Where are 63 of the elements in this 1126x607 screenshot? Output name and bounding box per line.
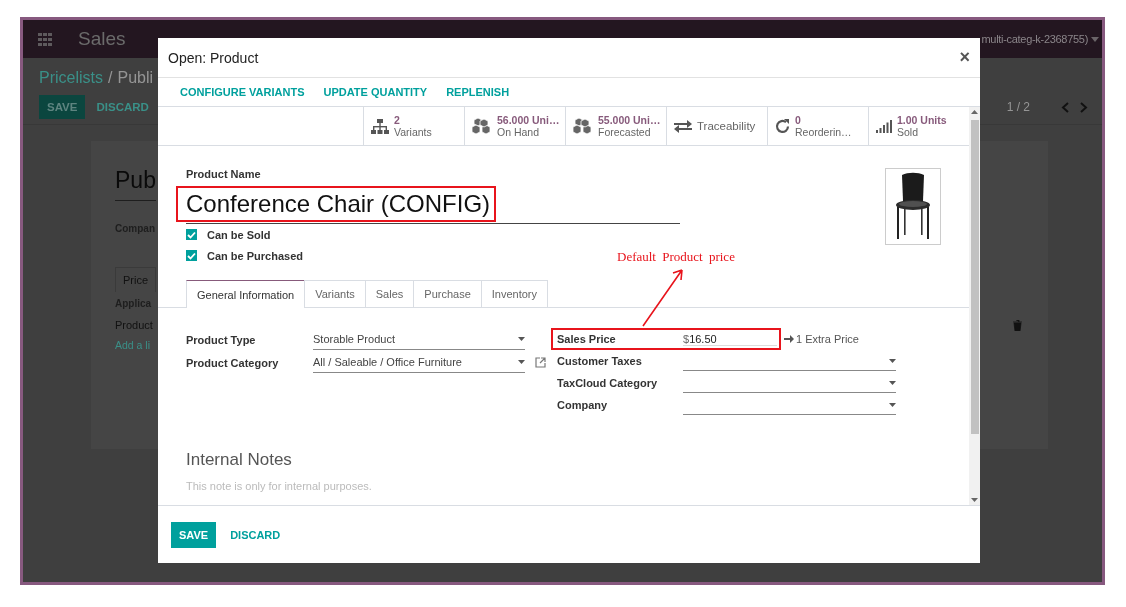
scroll-up-icon[interactable] <box>971 110 978 114</box>
price-field[interactable]: $16.50 <box>683 332 777 346</box>
user-menu[interactable]: multi-categ-k-2368755) <box>981 33 1088 45</box>
breadcrumb-separator: / <box>108 69 113 87</box>
arrow-right-icon <box>784 334 794 344</box>
cubes-icon <box>472 118 492 134</box>
caret-icon <box>889 358 896 363</box>
stat-button[interactable]: 56.000 Uni… On Hand <box>464 107 565 145</box>
save-button[interactable]: SAVE <box>171 521 217 548</box>
action-button[interactable]: CONFIGURE VARIANTS <box>180 86 305 98</box>
apps-menu-icon[interactable] <box>38 32 52 46</box>
scroll-down-icon[interactable] <box>971 498 978 502</box>
discard-button[interactable]: DISCARD <box>230 528 281 541</box>
select-value: All / Saleable / Office Furniture <box>313 356 462 368</box>
field-label: Product Category <box>186 356 280 369</box>
product-name-field[interactable]: Conference Chair (CONFIG) <box>186 184 680 224</box>
stat-button[interactable]: 55.000 Uni… Forecasted <box>565 107 666 145</box>
stat-button[interactable]: 0 Reorderin… <box>767 107 868 145</box>
action-button[interactable]: UPDATE QUANTITY <box>323 86 428 98</box>
pager-counter: 1 / 2 <box>1006 100 1030 114</box>
checkbox-label: Can be Sold <box>207 228 271 241</box>
checkbox[interactable] <box>186 250 197 261</box>
select-value: Storable Product <box>313 333 395 345</box>
field-label: Customer Taxes <box>557 355 643 367</box>
extra-price-link[interactable]: 1 Extra Price <box>796 333 859 345</box>
next-icon[interactable] <box>1080 101 1088 113</box>
field-label: Product Name <box>186 168 262 180</box>
tab[interactable]: Inventory <box>480 280 549 307</box>
breadcrumb-current: Publi <box>117 69 154 87</box>
hierarchy-icon <box>371 118 389 134</box>
field-label: Sales Price <box>557 333 617 345</box>
external-link-icon[interactable] <box>535 357 546 368</box>
action-button[interactable]: REPLENISH <box>446 86 510 98</box>
app-name: Sales <box>78 28 126 50</box>
annotation-label: Default Product price <box>617 249 735 265</box>
product-name: Conference Chair (CONFIG) <box>176 185 497 222</box>
stat-button[interactable]: 2 Variants <box>363 107 464 145</box>
caret-icon <box>1091 36 1099 42</box>
scrollbar[interactable] <box>969 107 980 505</box>
arrows-icon <box>674 119 692 133</box>
record-title: Pub <box>115 167 156 201</box>
cubes-icon <box>573 118 593 134</box>
caret-icon <box>889 380 896 385</box>
field-label: Company <box>557 399 609 411</box>
select-field[interactable]: All / Saleable / Office Furniture <box>313 352 525 373</box>
close-button[interactable]: × <box>959 47 970 68</box>
trash-icon[interactable] <box>1013 319 1022 331</box>
checkbox-label: Can be Purchased <box>207 249 303 262</box>
signal-bars-icon <box>876 119 892 133</box>
tab[interactable]: General Information <box>186 280 306 308</box>
section-title: Internal Notes <box>186 450 293 470</box>
previous-icon[interactable] <box>1061 101 1069 113</box>
field-label: Product Type <box>186 333 257 346</box>
field-label: TaxCloud Category <box>557 377 659 389</box>
dialog-title: Open: Product <box>168 49 260 66</box>
caret-icon <box>518 337 525 341</box>
caret-icon <box>518 360 525 364</box>
caret-icon <box>889 402 896 407</box>
select-field[interactable]: Storable Product <box>313 329 525 350</box>
stat-button[interactable]: Traceability <box>666 107 767 145</box>
checkbox[interactable] <box>186 229 197 240</box>
refresh-icon <box>775 118 790 134</box>
annotation-arrow <box>640 266 686 328</box>
